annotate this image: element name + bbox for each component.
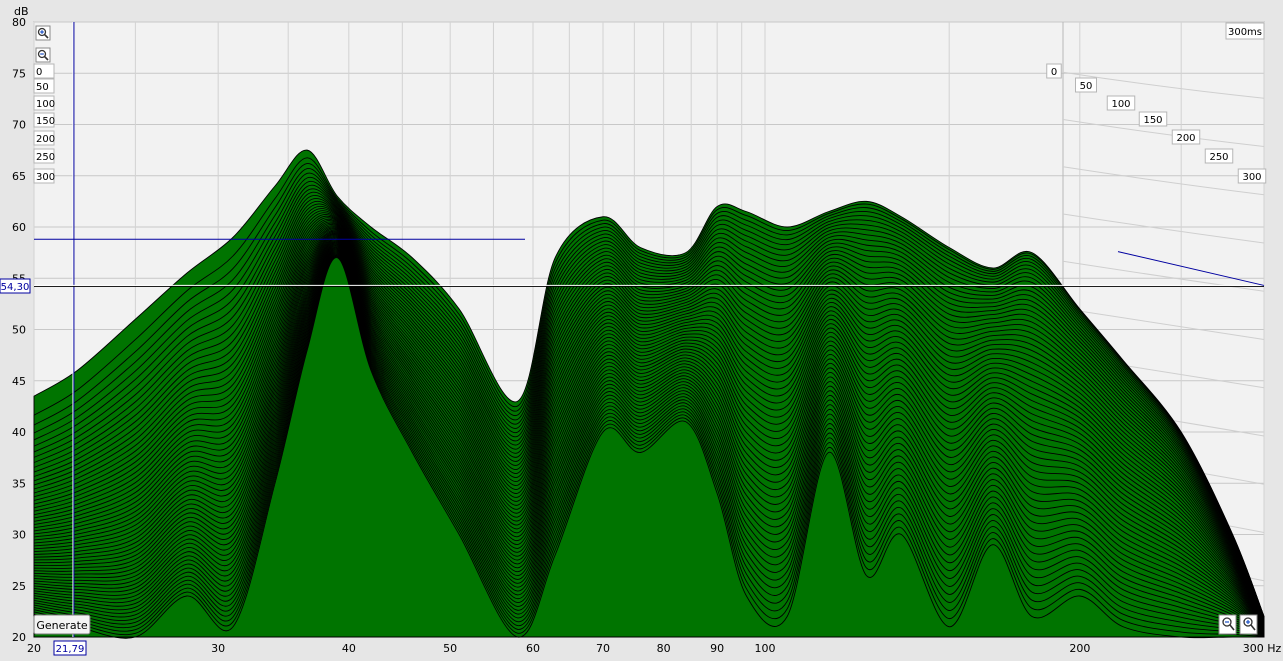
y-tick-label: 30 <box>12 529 26 542</box>
time-tick-label: 200 <box>1171 129 1201 145</box>
x-axis: 20 30 40 50 60 70 80 90 100 200 300 Hz <box>27 642 1281 655</box>
time-window-badge: 300ms <box>1225 22 1265 40</box>
time-slice-option[interactable]: 250 <box>33 148 55 164</box>
svg-text:250: 250 <box>1209 152 1228 163</box>
x-cursor-value: 21,79 <box>56 644 85 655</box>
time-tick-label: 0 <box>1046 63 1062 79</box>
svg-text:300: 300 <box>1242 172 1261 183</box>
svg-text:200: 200 <box>36 134 55 145</box>
y-tick-label: 20 <box>12 631 26 644</box>
x-tick-label: 20 <box>27 642 41 655</box>
y-tick-label: 50 <box>12 324 26 337</box>
time-tick-label: 50 <box>1075 77 1097 93</box>
x-tick-label: 30 <box>211 642 225 655</box>
y-tick-label: 45 <box>12 375 26 388</box>
x-cursor-readout: 21,79 <box>53 640 87 656</box>
svg-text:300: 300 <box>36 172 55 183</box>
y-cursor-readout: 54,30 <box>0 278 31 294</box>
time-tick-label: 150 <box>1138 111 1168 127</box>
y-cursor-value: 54,30 <box>1 282 30 293</box>
svg-text:0: 0 <box>36 67 42 78</box>
time-slice-option[interactable]: 100 <box>33 95 55 111</box>
time-tick-label: 250 <box>1204 148 1234 164</box>
time-slice-option[interactable]: 50 <box>33 78 55 94</box>
x-tick-label: 200 <box>1069 642 1090 655</box>
time-slice-option[interactable]: 150 <box>33 112 55 128</box>
x-tick-label: 100 <box>755 642 776 655</box>
generate-button-label: Generate <box>36 619 88 632</box>
zoom-in-icon[interactable] <box>35 25 51 41</box>
svg-text:100: 100 <box>36 99 55 110</box>
y-tick-label: 65 <box>12 170 26 183</box>
x-tick-label: 80 <box>657 642 671 655</box>
x-tick-label: 40 <box>342 642 356 655</box>
y-tick-label: 35 <box>12 477 26 490</box>
time-slice-option[interactable]: 200 <box>33 130 55 146</box>
zoom-reset-icon[interactable] <box>1239 614 1258 635</box>
waterfall-chart[interactable]: 20253035404550556065707580 2030405060708… <box>0 0 1283 657</box>
time-tick-label: 100 <box>1106 95 1136 111</box>
x-tick-label: 60 <box>526 642 540 655</box>
time-slice-option[interactable]: 300 <box>33 168 55 184</box>
y-tick-label: 60 <box>12 221 26 234</box>
y-unit-label: dB <box>14 5 29 18</box>
svg-text:100: 100 <box>1111 99 1130 110</box>
x-tick-label: 300 Hz <box>1243 642 1282 655</box>
y-tick-label: 75 <box>12 67 26 80</box>
x-tick-label: 90 <box>710 642 724 655</box>
time-window-label: 300ms <box>1228 27 1262 38</box>
svg-text:50: 50 <box>1080 81 1093 92</box>
y-tick-label: 25 <box>12 580 26 593</box>
generate-button[interactable]: Generate <box>33 614 91 635</box>
y-axis: 20253035404550556065707580 <box>12 16 26 644</box>
svg-text:150: 150 <box>36 116 55 127</box>
svg-text:50: 50 <box>36 82 49 93</box>
waterfall-app: 20253035404550556065707580 2030405060708… <box>0 0 1283 657</box>
time-slice-option[interactable]: 0 <box>33 63 55 79</box>
y-tick-label: 70 <box>12 119 26 132</box>
svg-text:200: 200 <box>1176 133 1195 144</box>
zoom-out-icon[interactable] <box>35 47 51 63</box>
x-tick-label: 50 <box>443 642 457 655</box>
x-tick-label: 70 <box>596 642 610 655</box>
time-tick-label: 300 <box>1237 168 1267 184</box>
y-tick-label: 40 <box>12 426 26 439</box>
svg-text:150: 150 <box>1143 115 1162 126</box>
svg-text:0: 0 <box>1051 67 1057 78</box>
zoom-fit-icon[interactable] <box>1218 614 1237 635</box>
svg-text:250: 250 <box>36 152 55 163</box>
